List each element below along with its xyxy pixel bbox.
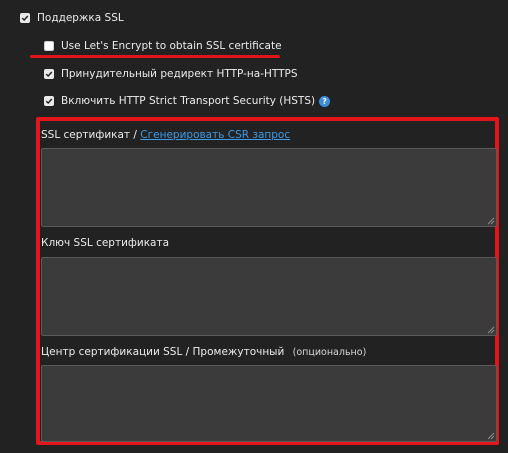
- resize-grip-icon[interactable]: [487, 326, 495, 334]
- certificate-textarea[interactable]: [41, 148, 497, 227]
- ssl-support-label: Поддержка SSL: [37, 12, 124, 24]
- optional-hint: (опционально): [292, 347, 367, 358]
- resize-grip-icon[interactable]: [487, 217, 495, 225]
- private-key-textarea[interactable]: [41, 257, 497, 336]
- checkmark-icon: [45, 71, 53, 78]
- ca-chain-label-text: Центр сертификации SSL / Промежуточный: [41, 346, 285, 358]
- ca-chain-textarea[interactable]: [41, 365, 497, 442]
- hsts-option[interactable]: Включить HTTP Strict Transport Security …: [44, 95, 331, 107]
- ssl-support-checkbox[interactable]: [20, 13, 30, 23]
- certificate-label: SSL сертификат / Сгенерировать CSR запро…: [41, 129, 290, 141]
- letsencrypt-option[interactable]: Use Let's Encrypt to obtain SSL certific…: [44, 40, 282, 52]
- letsencrypt-checkbox[interactable]: [44, 41, 54, 51]
- ca-chain-label: Центр сертификации SSL / Промежуточный (…: [41, 346, 366, 358]
- red-underline-annotation: [30, 55, 280, 58]
- certificate-label-text: SSL сертификат /: [41, 129, 137, 141]
- force-https-label: Принудительный редирект HTTP-на-HTTPS: [61, 68, 298, 80]
- force-https-checkbox[interactable]: [44, 69, 54, 79]
- private-key-label: Ключ SSL сертификата: [41, 237, 170, 249]
- resize-grip-icon[interactable]: [487, 432, 495, 440]
- generate-csr-link[interactable]: Сгенерировать CSR запрос: [140, 129, 290, 141]
- checkmark-icon: [45, 98, 53, 105]
- force-https-option[interactable]: Принудительный редирект HTTP-на-HTTPS: [44, 68, 298, 80]
- ssl-support-option[interactable]: Поддержка SSL: [20, 12, 124, 24]
- hsts-label: Включить HTTP Strict Transport Security …: [61, 95, 316, 107]
- hsts-checkbox[interactable]: [44, 96, 54, 106]
- help-icon[interactable]: ?: [319, 95, 331, 107]
- checkmark-icon: [21, 15, 29, 22]
- letsencrypt-label: Use Let's Encrypt to obtain SSL certific…: [61, 40, 282, 52]
